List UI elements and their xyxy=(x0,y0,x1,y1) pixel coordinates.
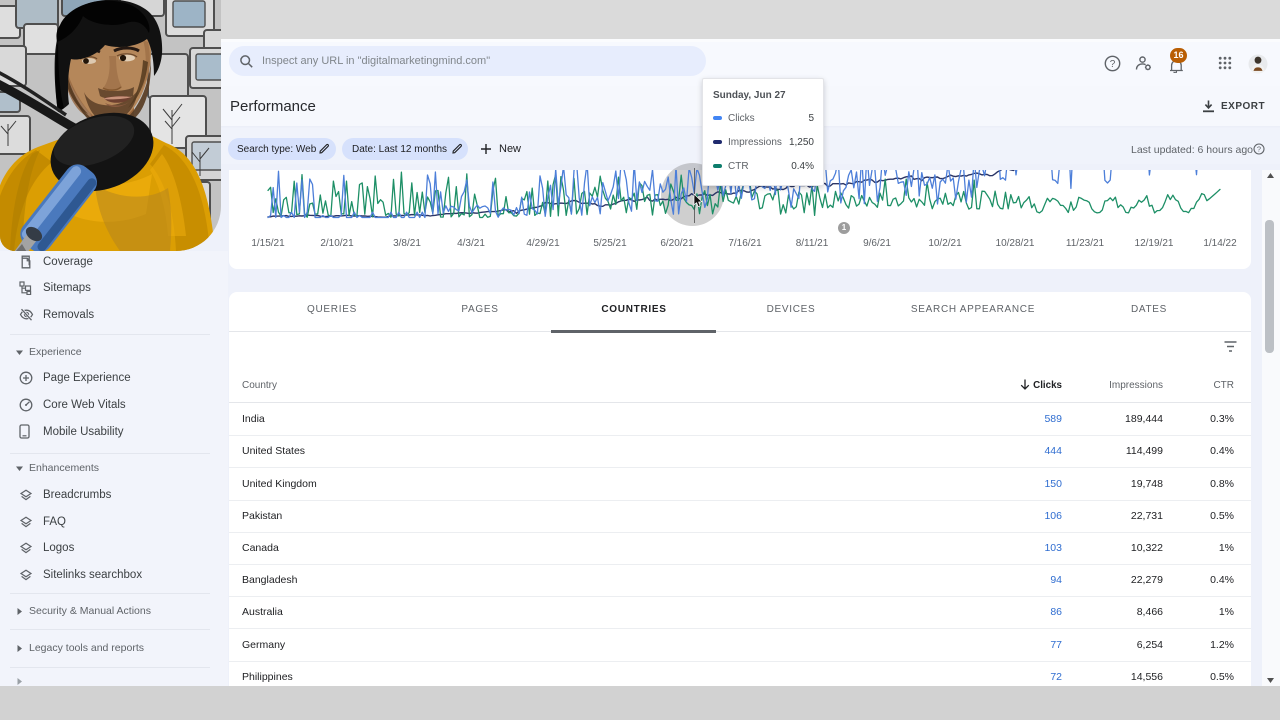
svg-text:?: ? xyxy=(1257,145,1261,154)
svg-text:?: ? xyxy=(1110,59,1116,70)
